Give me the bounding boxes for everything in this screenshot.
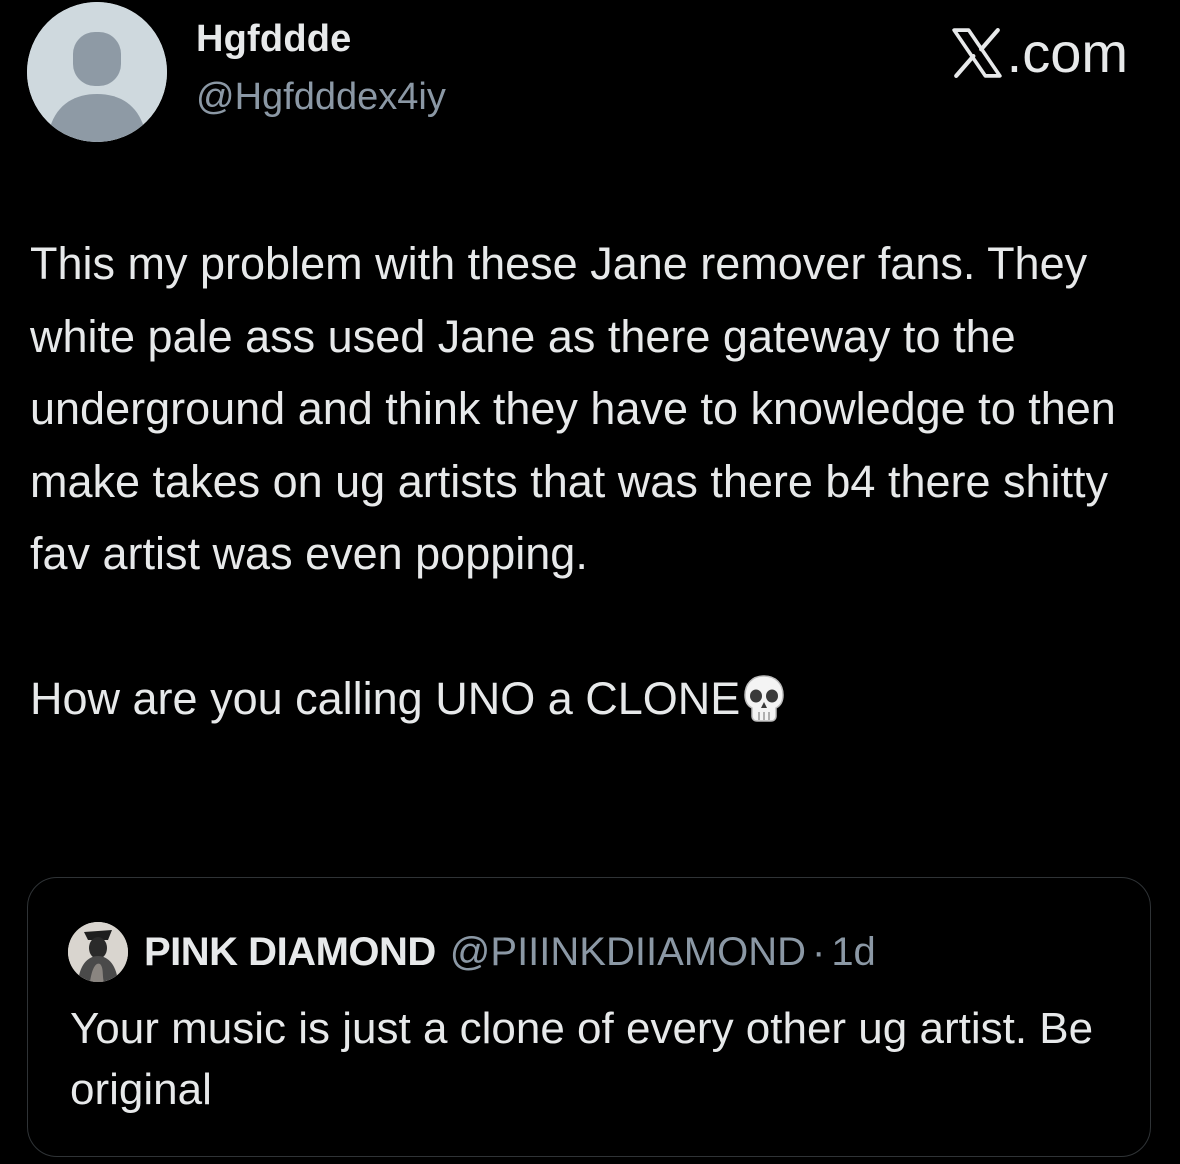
tweet-text: This my problem with these Jane remover …	[30, 228, 1150, 735]
profile-photo-icon	[68, 922, 128, 982]
author-handle[interactable]: @Hgfdddex4iy	[196, 76, 446, 119]
quoted-author-avatar[interactable]	[68, 922, 128, 982]
tweet-paragraph-text: How are you calling UNO a CLONE	[30, 672, 741, 724]
dot-separator: ·	[811, 929, 826, 974]
tweet-paragraph-2: How are you calling UNO a CLONE	[30, 663, 1150, 736]
tweet-paragraph: This my problem with these Jane remover …	[30, 238, 1116, 579]
brand-watermark: .com	[951, 20, 1128, 85]
quoted-timestamp[interactable]: 1d	[831, 930, 876, 975]
quoted-author-name[interactable]: PINK DIAMOND	[144, 930, 436, 975]
brand-label: .com	[1006, 21, 1128, 84]
author-avatar[interactable]	[27, 2, 167, 142]
quoted-author-handle[interactable]: @PIIINKDIIAMOND	[450, 930, 806, 975]
author-display-name[interactable]: Hgfddde	[196, 18, 351, 61]
tweet-header: Hgfddde @Hgfdddex4iy .com	[0, 0, 1180, 150]
quoted-tweet-card[interactable]: PINK DIAMOND @PIIINKDIIAMOND · 1d Your m…	[27, 877, 1151, 1157]
skull-icon	[744, 674, 785, 722]
quoted-tweet-text: Your music is just a clone of every othe…	[70, 1004, 1094, 1114]
default-avatar-icon	[27, 2, 167, 142]
x-logo-icon	[951, 27, 1002, 78]
quoted-tweet-header: PINK DIAMOND @PIIINKDIIAMOND · 1d	[68, 922, 876, 982]
